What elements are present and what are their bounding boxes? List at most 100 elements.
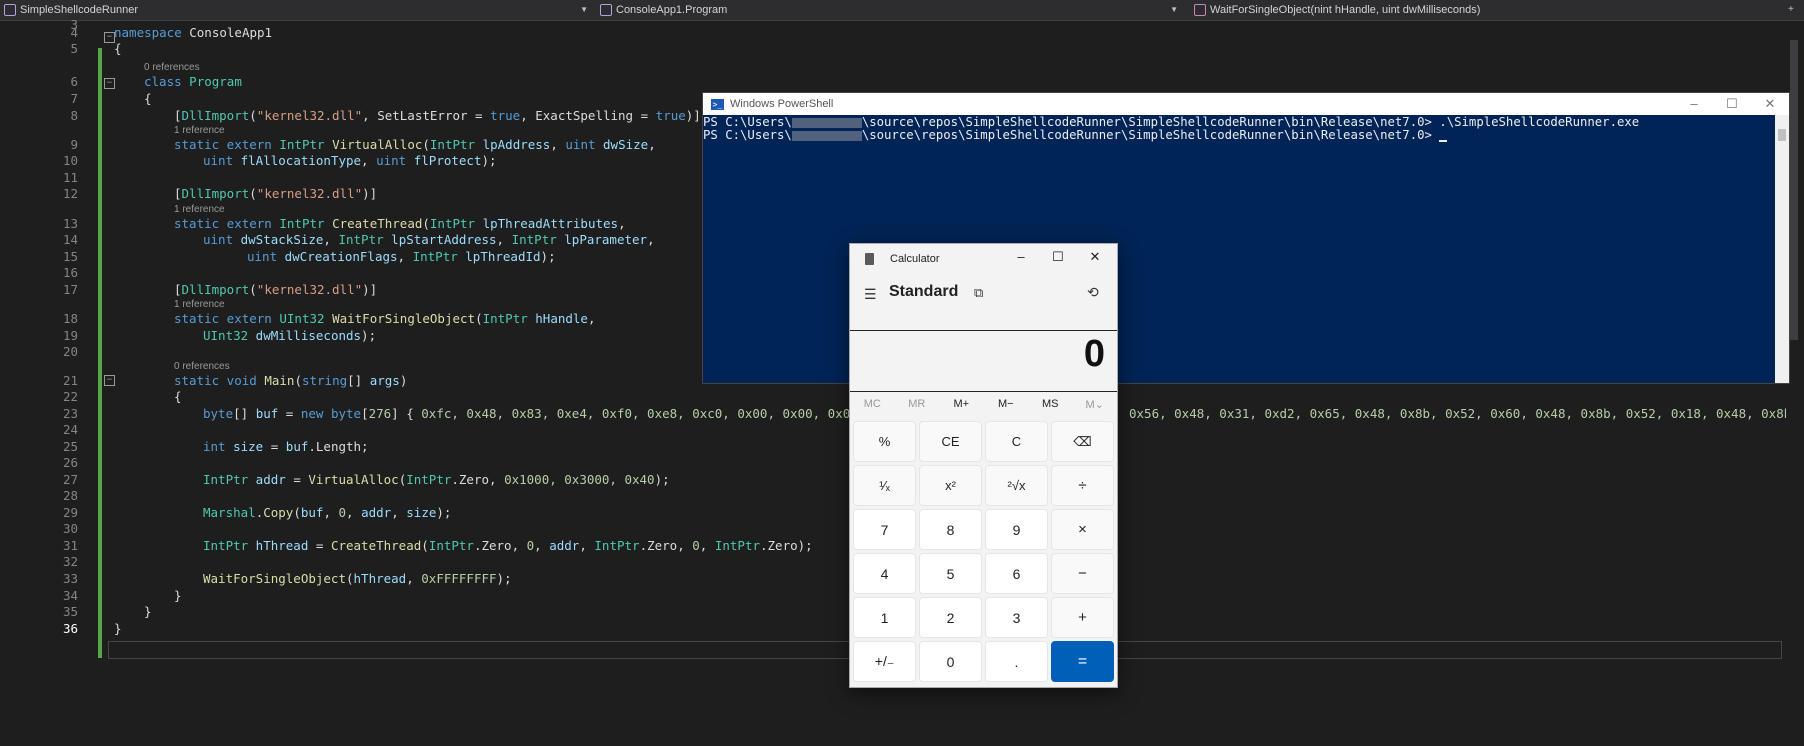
member-dropdown[interactable]: WaitForSingleObject(nint hHandle, uint d…: [1194, 0, 1784, 20]
chevron-down-icon: ▼: [1170, 5, 1178, 14]
calculator-display: 0: [850, 330, 1117, 392]
line-number: 32: [62, 554, 78, 569]
code-line-7: {: [144, 91, 152, 106]
line-number: 26: [62, 455, 78, 470]
memory-list-button[interactable]: M⌄: [1073, 398, 1118, 416]
class-dropdown-label: ConsoleApp1.Program: [616, 4, 728, 16]
digit-1-button[interactable]: 1: [853, 597, 916, 638]
code-line-18: static extern UInt32 WaitForSingleObject…: [174, 311, 596, 326]
minimize-button[interactable]: –: [1675, 93, 1713, 115]
memory-add-button[interactable]: M+: [939, 398, 984, 416]
code-line-6: class Program: [144, 74, 242, 89]
digit-8-button[interactable]: 8: [919, 509, 982, 550]
code-line-35: }: [144, 604, 152, 619]
subtract-button[interactable]: −: [1051, 553, 1114, 594]
redacted-username: [791, 117, 862, 128]
divide-button[interactable]: ÷: [1051, 465, 1114, 506]
powershell-title-bar[interactable]: >_ Windows PowerShell – ☐ ✕: [703, 93, 1789, 115]
line-number: 5: [70, 41, 78, 56]
code-line-27: IntPtr addr = VirtualAlloc(IntPtr.Zero, …: [203, 472, 670, 487]
code-line-19: UInt32 dwMilliseconds);: [203, 328, 377, 343]
code-line-10: uint flAllocationType, uint flProtect);: [203, 153, 497, 168]
code-line-23: byte[] buf = new byte[276] { 0xfc, 0x48,…: [203, 406, 858, 421]
scrollbar-thumb[interactable]: [1778, 129, 1786, 141]
codelens-references[interactable]: 1 reference: [174, 299, 225, 310]
codelens-references[interactable]: 0 references: [144, 62, 200, 73]
clear-entry-button[interactable]: CE: [919, 421, 982, 462]
decimal-button[interactable]: .: [985, 641, 1048, 682]
maximize-button[interactable]: ☐: [1047, 249, 1069, 265]
memory-subtract-button[interactable]: M−: [984, 398, 1029, 416]
class-dropdown[interactable]: ConsoleApp1.Program ▼: [600, 0, 1184, 20]
digit-9-button[interactable]: 9: [985, 509, 1048, 550]
hamburger-menu-icon[interactable]: ☰: [864, 286, 877, 303]
calculator-window[interactable]: Calculator – ☐ ✕ ☰ Standard ⧉ ⟲ 0 MC MR …: [849, 243, 1118, 688]
code-line-14: uint dwStackSize, IntPtr lpStartAddress,…: [203, 232, 655, 247]
codelens-references[interactable]: 1 reference: [174, 125, 225, 136]
close-button[interactable]: ✕: [1751, 93, 1789, 115]
memory-clear-button[interactable]: MC: [850, 398, 895, 416]
close-button[interactable]: ✕: [1084, 249, 1106, 265]
negate-button[interactable]: +/₋: [853, 641, 916, 682]
code-line-22: {: [174, 389, 182, 404]
digit-7-button[interactable]: 7: [853, 509, 916, 550]
member-dropdown-label: WaitForSingleObject(nint hHandle, uint d…: [1210, 4, 1481, 16]
line-number: 16: [62, 265, 78, 280]
line-number: 9: [70, 137, 78, 152]
reciprocal-button[interactable]: ¹⁄ₓ: [853, 465, 916, 506]
line-number: 20: [62, 344, 78, 359]
history-icon[interactable]: ⟲: [1087, 284, 1099, 301]
calculator-app-icon: [865, 253, 874, 265]
calculator-keypad: % CE C ⌫ ¹⁄ₓ x² ²√x ÷ 7 8 9 × 4 5 6 − 1 …: [853, 421, 1115, 682]
line-number: 11: [62, 170, 78, 185]
maximize-button[interactable]: ☐: [1713, 93, 1751, 115]
multiply-button[interactable]: ×: [1051, 509, 1114, 550]
line-number: 14: [62, 232, 78, 247]
digit-5-button[interactable]: 5: [919, 553, 982, 594]
digit-3-button[interactable]: 3: [985, 597, 1048, 638]
memory-recall-button[interactable]: MR: [895, 398, 940, 416]
scrollbar-thumb[interactable]: [1790, 40, 1798, 340]
line-number: 36: [62, 621, 78, 636]
collapse-class-icon[interactable]: −: [104, 78, 115, 89]
minimize-button[interactable]: –: [1010, 249, 1032, 264]
percent-button[interactable]: %: [853, 421, 916, 462]
code-line-31: IntPtr hThread = CreateThread(IntPtr.Zer…: [203, 538, 813, 553]
csharp-project-icon: [4, 4, 16, 16]
project-dropdown[interactable]: SimpleShellcodeRunner ▼: [4, 0, 594, 20]
codelens-references[interactable]: 1 reference: [174, 204, 225, 215]
add-button[interactable]: +: [1051, 597, 1114, 638]
memory-row: MC MR M+ M− MS M⌄: [850, 398, 1117, 416]
equals-button[interactable]: =: [1051, 641, 1114, 682]
code-line-13: static extern IntPtr CreateThread(IntPtr…: [174, 216, 626, 231]
digit-2-button[interactable]: 2: [919, 597, 982, 638]
display-value: 0: [1083, 333, 1105, 375]
console-line: PS C:\Users\ \source\repos\SimpleShellcod…: [703, 129, 1789, 142]
line-number: 17: [62, 282, 78, 297]
clear-button[interactable]: C: [985, 421, 1048, 462]
line-number: 13: [62, 216, 78, 231]
square-root-button[interactable]: ²√x: [985, 465, 1048, 506]
digit-6-button[interactable]: 6: [985, 553, 1048, 594]
code-line-8: [DllImport("kernel32.dll", SetLastError …: [174, 108, 701, 123]
square-button[interactable]: x²: [919, 465, 982, 506]
digit-0-button[interactable]: 0: [919, 641, 982, 682]
line-number: 24: [62, 422, 78, 437]
powershell-console[interactable]: PS C:\Users\ \source\repos\SimpleShellcod…: [703, 115, 1789, 142]
line-number: 7: [70, 91, 78, 106]
powershell-scrollbar[interactable]: [1775, 115, 1789, 383]
memory-store-button[interactable]: MS: [1028, 398, 1073, 416]
codelens-references[interactable]: 0 references: [174, 361, 230, 372]
backspace-button[interactable]: ⌫: [1051, 421, 1114, 462]
change-tracking-bar: [98, 48, 102, 658]
digit-4-button[interactable]: 4: [853, 553, 916, 594]
collapse-method-icon[interactable]: −: [104, 375, 115, 386]
code-line-23-continued: 0x56, 0x48, 0x31, 0xd2, 0x65, 0x48, 0x8b…: [1129, 406, 1792, 421]
line-number: 21: [62, 373, 78, 388]
line-number: 34: [62, 588, 78, 603]
calculator-title-bar[interactable]: Calculator – ☐ ✕: [850, 244, 1117, 274]
line-number: 23: [62, 406, 78, 421]
code-line-15: uint dwCreationFlags, IntPtr lpThreadId)…: [247, 249, 556, 264]
add-split-icon[interactable]: +: [1788, 4, 1794, 15]
keep-on-top-icon[interactable]: ⧉: [974, 285, 983, 301]
